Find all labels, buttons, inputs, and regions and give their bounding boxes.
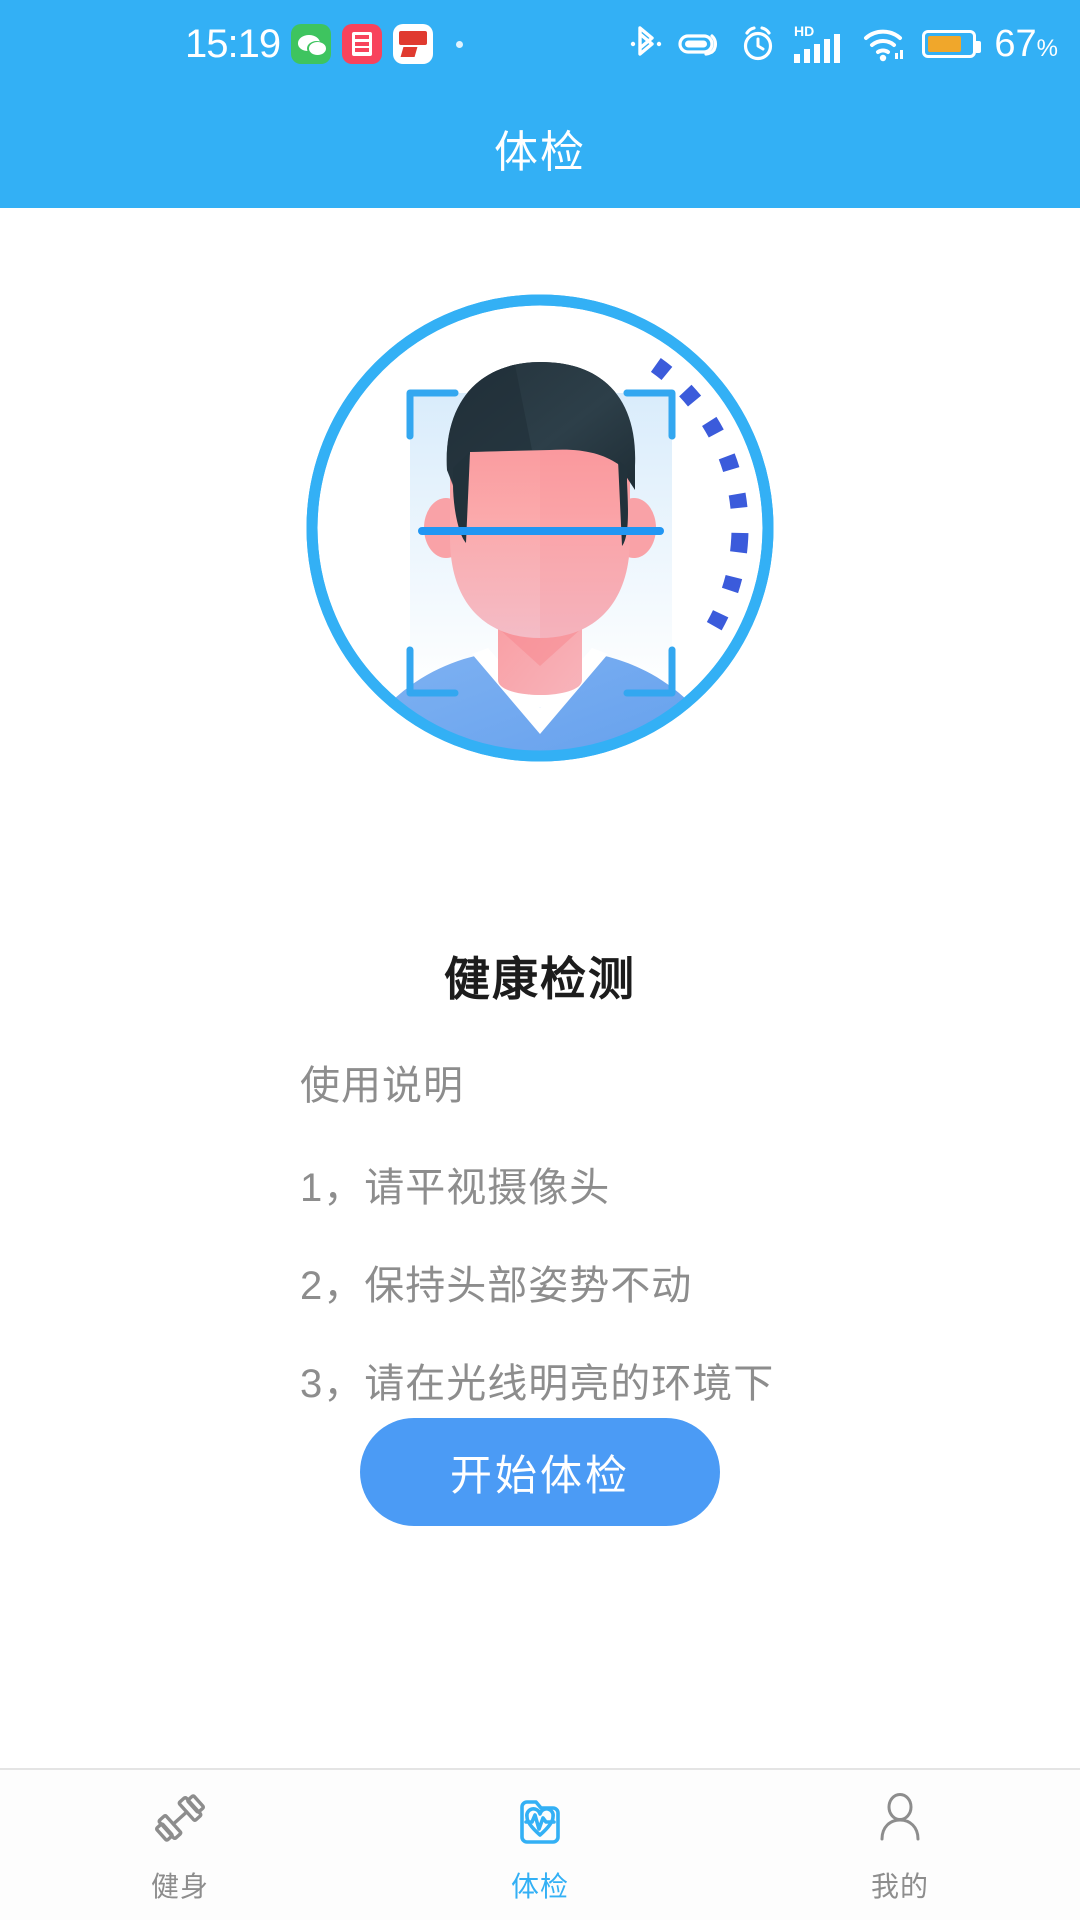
- more-dot-icon: [456, 40, 464, 48]
- battery-fill: [928, 36, 961, 52]
- status-bar-left: 15:19: [185, 0, 464, 88]
- page-title: 体检: [494, 128, 586, 177]
- battery-icon: [922, 30, 982, 58]
- main-content: 健康检测 使用说明 1，请平视摄像头 2，保持头部姿势不动 3，请在光线明亮的环…: [0, 208, 1080, 1768]
- tab-label-fitness: 健身: [150, 1871, 209, 1902]
- alarm-icon: [744, 26, 773, 61]
- medical-heart-icon: [507, 1785, 573, 1851]
- svg-text:HD: HD: [794, 23, 814, 39]
- battery-percent-label: 67%: [994, 23, 1058, 65]
- app-header: 体检: [0, 88, 1080, 208]
- status-bar-right: HD 67%: [630, 0, 1058, 88]
- start-exam-button[interactable]: 开始体检: [360, 1418, 720, 1526]
- tab-label-exam: 体检: [510, 1871, 569, 1902]
- hd-signal-icon: HD: [794, 23, 841, 63]
- tab-exam[interactable]: 体检: [360, 1770, 720, 1920]
- wechat-icon: [291, 24, 332, 64]
- bottom-tab-bar: 健身 体检 我的: [0, 1768, 1080, 1920]
- instructions-block: 使用说明 1，请平视摄像头 2，保持头部姿势不动 3，请在光线明亮的环境下: [300, 1053, 900, 1449]
- instruction-item: 2，保持头部姿势不动: [300, 1264, 693, 1308]
- status-bar: 15:19 HD 67%: [0, 0, 1080, 88]
- tab-fitness[interactable]: 健身: [0, 1770, 360, 1920]
- instructions-heading: 使用说明: [300, 1064, 464, 1108]
- person-icon: [867, 1785, 933, 1851]
- alipay-icon: [393, 24, 434, 64]
- bluetooth-icon: [631, 26, 662, 56]
- section-title: 健康检测: [444, 953, 636, 1005]
- instruction-item: 1，请平视摄像头: [300, 1166, 611, 1210]
- status-bar-clock: 15:19: [185, 22, 281, 66]
- instruction-item: 3，请在光线明亮的环境下: [300, 1362, 775, 1406]
- dumbbell-icon: [147, 1785, 213, 1851]
- tab-label-profile: 我的: [870, 1871, 929, 1902]
- face-scan-illustration: [306, 294, 774, 762]
- headset-icon: [678, 34, 718, 56]
- tab-profile[interactable]: 我的: [720, 1770, 1080, 1920]
- wifi-icon: [864, 29, 904, 62]
- app-screen: 15:19 HD 67% 体检 健康检测 使用说明 1，请平视摄像头 2，保持头…: [0, 0, 1080, 1920]
- notes-icon: [342, 24, 383, 64]
